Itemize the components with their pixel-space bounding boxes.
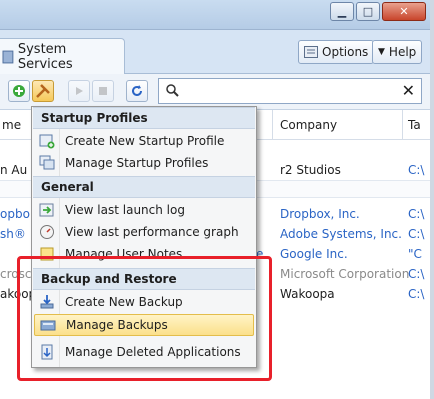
row-name: n Au xyxy=(0,163,28,177)
column-divider[interactable] xyxy=(402,110,403,140)
add-button[interactable] xyxy=(8,80,30,102)
help-label: Help xyxy=(388,45,417,59)
new-profile-icon xyxy=(39,134,55,149)
window-edge xyxy=(430,0,434,399)
add-icon xyxy=(13,85,25,97)
highlight-annotation-box xyxy=(17,256,272,381)
row-company: Wakoopa xyxy=(280,287,335,301)
play-icon xyxy=(76,87,83,95)
row-company: Google Inc. xyxy=(280,247,348,261)
row-company: Microsoft Corporation xyxy=(280,267,410,281)
services-icon xyxy=(2,50,14,63)
help-button[interactable]: ▼ Help xyxy=(372,40,423,64)
row-path: "C xyxy=(408,247,422,261)
window-titlebar: ▁ □ ✕ xyxy=(0,0,434,30)
dropdown-arrow-icon: ▼ xyxy=(378,47,385,57)
search-icon xyxy=(166,84,179,97)
options-icon xyxy=(304,46,318,58)
search-input[interactable] xyxy=(185,84,421,98)
tab-system-services[interactable]: System Services xyxy=(0,38,125,74)
clear-search-icon[interactable]: ✕ xyxy=(402,81,415,100)
search-box[interactable]: ✕ xyxy=(158,78,422,104)
launch-log-icon xyxy=(39,203,54,217)
manage-profiles-icon xyxy=(39,155,55,170)
tools-icon xyxy=(36,84,50,98)
maximize-icon: □ xyxy=(362,5,374,18)
column-company[interactable]: Company xyxy=(280,118,337,132)
tools-button[interactable] xyxy=(32,80,54,102)
row-company: Adobe Systems, Inc. xyxy=(280,227,402,241)
stop-button[interactable] xyxy=(92,80,114,102)
menu-item-label: View last launch log xyxy=(65,203,185,217)
row-name: opbo xyxy=(0,207,30,221)
menu-section-startup-profiles: Startup Profiles xyxy=(33,107,255,129)
row-path: C:\ xyxy=(408,267,425,281)
row-name: sh® xyxy=(0,227,26,241)
row-path: C:\ xyxy=(408,207,425,221)
row-path: C:\ xyxy=(408,287,425,301)
row-company: Dropbox, Inc. xyxy=(280,207,360,221)
close-icon: ✕ xyxy=(399,5,409,18)
options-button[interactable]: Options xyxy=(298,40,375,64)
column-ta[interactable]: Ta xyxy=(408,118,421,132)
row-path: C:\ xyxy=(408,163,425,177)
menu-item-create-startup-profile[interactable]: Create New Startup Profile xyxy=(34,130,254,152)
column-name[interactable]: me xyxy=(2,118,21,132)
menu-section-general: General xyxy=(33,176,255,198)
minimize-icon: ▁ xyxy=(337,5,347,18)
menu-item-label: Manage Startup Profiles xyxy=(65,156,209,170)
performance-graph-icon xyxy=(40,225,54,239)
play-button[interactable] xyxy=(68,80,90,102)
menu-item-view-performance-graph[interactable]: View last performance graph xyxy=(34,221,254,243)
refresh-button[interactable] xyxy=(126,80,148,102)
menu-item-label: Create New Startup Profile xyxy=(65,134,225,148)
menu-item-view-launch-log[interactable]: View last launch log xyxy=(34,199,254,221)
options-label: Options xyxy=(322,45,369,59)
maximize-button[interactable]: □ xyxy=(356,2,380,21)
tab-label: System Services xyxy=(17,41,73,72)
menu-item-label: View last performance graph xyxy=(65,225,239,239)
column-divider[interactable] xyxy=(272,110,273,140)
menu-item-manage-startup-profiles[interactable]: Manage Startup Profiles xyxy=(34,152,254,174)
refresh-icon xyxy=(132,85,142,96)
minimize-button[interactable]: ▁ xyxy=(330,2,354,21)
stop-icon xyxy=(99,87,107,95)
close-button[interactable]: ✕ xyxy=(382,2,426,21)
row-path: C:\ xyxy=(408,227,425,241)
row-company: r2 Studios xyxy=(280,163,341,177)
